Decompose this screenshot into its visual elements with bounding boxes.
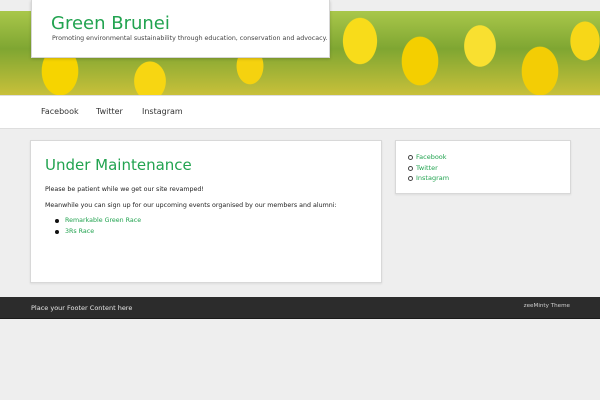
list-item: 3Rs Race bbox=[53, 228, 141, 239]
site-branding: Green Brunei Promoting environmental sus… bbox=[31, 0, 330, 58]
footer-theme-credit[interactable]: zeeMinty Theme bbox=[524, 303, 570, 309]
sidebar-link-twitter[interactable]: Twitter bbox=[416, 164, 438, 172]
sidebar-link-instagram[interactable]: Instagram bbox=[416, 174, 449, 182]
site-title[interactable]: Green Brunei bbox=[51, 13, 170, 34]
nav-item-twitter[interactable]: Twitter bbox=[96, 107, 123, 116]
event-link-remarkable-green-race[interactable]: Remarkable Green Race bbox=[65, 217, 141, 224]
list-item: Remarkable Green Race bbox=[53, 217, 141, 228]
page-title: Under Maintenance bbox=[45, 156, 192, 174]
social-links-list: Facebook Twitter Instagram bbox=[408, 153, 449, 185]
events-list: Remarkable Green Race 3Rs Race bbox=[53, 217, 141, 239]
site-footer: Place your Footer Content here zeeMinty … bbox=[0, 297, 600, 319]
nav-item-facebook[interactable]: Facebook bbox=[41, 107, 79, 116]
site-tagline: Promoting environmental sustainability t… bbox=[52, 35, 328, 42]
maintenance-message: Please be patient while we get our site … bbox=[45, 186, 204, 193]
nav-item-instagram[interactable]: Instagram bbox=[142, 107, 183, 116]
main-content: Under Maintenance Please be patient whil… bbox=[30, 140, 382, 283]
sidebar-link-facebook[interactable]: Facebook bbox=[416, 153, 447, 161]
footer-content-text: Place your Footer Content here bbox=[31, 304, 133, 312]
list-item: Twitter bbox=[408, 164, 449, 175]
list-item: Facebook bbox=[408, 153, 449, 164]
list-item: Instagram bbox=[408, 174, 449, 185]
event-link-3rs-race[interactable]: 3Rs Race bbox=[65, 228, 94, 235]
events-intro: Meanwhile you can sign up for our upcomi… bbox=[45, 202, 337, 209]
main-navigation: Facebook Twitter Instagram bbox=[0, 95, 600, 129]
sidebar-widget: Facebook Twitter Instagram bbox=[395, 140, 571, 194]
